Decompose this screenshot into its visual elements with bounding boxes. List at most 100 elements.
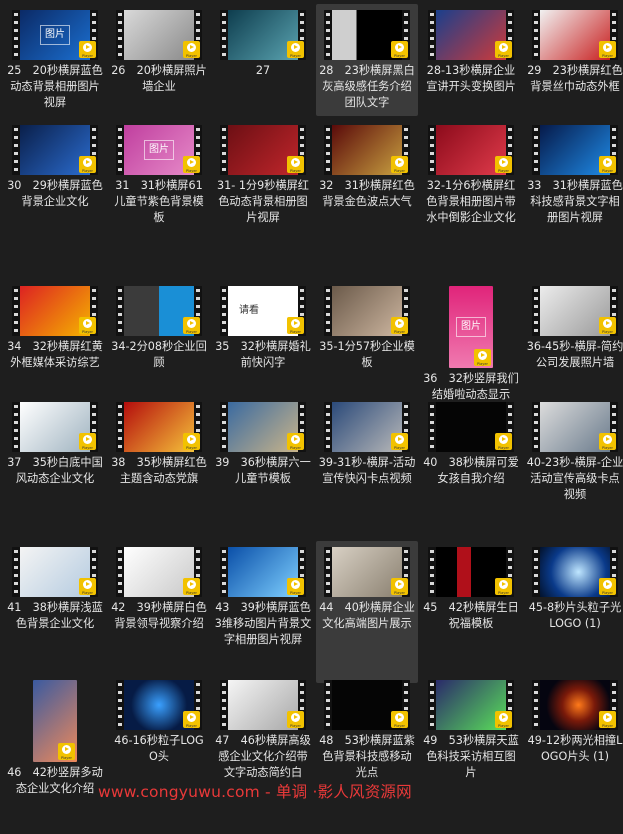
video-thumbnail[interactable]: 图片 Player	[12, 10, 98, 60]
thumbnail-text: 图片	[40, 25, 70, 45]
video-thumbnail[interactable]: Player	[220, 402, 306, 452]
video-thumbnail[interactable]: Player	[324, 125, 410, 175]
video-thumbnail[interactable]: Player	[116, 286, 202, 336]
video-thumbnail[interactable]: Player	[532, 402, 618, 452]
video-thumbnail[interactable]: Player	[12, 125, 98, 175]
video-item[interactable]: Player 46-16秒粒子LOGO头	[108, 674, 210, 765]
video-thumbnail[interactable]: Player	[220, 125, 306, 175]
video-item[interactable]: Player 45-8秒片头粒子光LOGO (1)	[524, 541, 623, 632]
video-item[interactable]: Player 41 38秒横屏浅蓝色背景企业文化	[4, 541, 106, 632]
video-thumbnail[interactable]: Player	[116, 10, 202, 60]
player-play-icon: Player	[79, 41, 96, 58]
video-thumbnail[interactable]: Player	[220, 10, 306, 60]
video-thumbnail[interactable]: Player	[324, 547, 410, 597]
video-item[interactable]: Player 36-45秒-横屏-简约公司发展照片墙	[524, 280, 623, 371]
player-badge-label: Player	[394, 54, 405, 58]
player-play-icon: Player	[599, 41, 616, 58]
video-thumbnail[interactable]: Player	[532, 680, 618, 730]
video-thumbnail[interactable]: Player	[428, 680, 514, 730]
video-thumbnail[interactable]: Player	[428, 402, 514, 452]
video-item[interactable]: Player 28 23秒横屏黑白灰高级感任务介绍团队文字	[316, 4, 418, 116]
player-play-icon: Player	[183, 578, 200, 595]
video-thumbnail[interactable]: Player	[324, 10, 410, 60]
video-item[interactable]: 请看 Player 35 32秒横屏婚礼前快闪字	[212, 280, 314, 371]
video-item[interactable]: 图片 Player 25 20秒横屏蓝色动态背景相册图片视屏	[4, 4, 106, 111]
video-item[interactable]: Player 28-13秒横屏企业宣讲开头变换图片	[420, 4, 522, 95]
video-item[interactable]: Player 35-1分57秒企业模板	[316, 280, 418, 371]
video-thumbnail[interactable]: Player	[220, 547, 306, 597]
video-item[interactable]: Player 42 39秒横屏白色背景领导视察介绍	[108, 541, 210, 632]
video-item[interactable]: Player 47 46秒横屏高级感企业文化介绍带文字动态简约白	[212, 674, 314, 781]
video-item[interactable]: Player 39-31秒-横屏-活动宣传快闪卡点视频	[316, 396, 418, 487]
video-item[interactable]: Player 34-2分08秒企业回顾	[108, 280, 210, 371]
video-thumbnail[interactable]: Player	[12, 402, 98, 452]
video-thumbnail[interactable]: Player	[12, 286, 98, 336]
video-thumbnail[interactable]: Player	[532, 10, 618, 60]
video-item[interactable]: Player 32-1分6秒横屏红色背景相册图片带水中倒影企业文化	[420, 119, 522, 226]
video-caption: 39-31秒-横屏-活动宣传快闪卡点视频	[318, 456, 416, 485]
video-thumbnail[interactable]: Player	[324, 402, 410, 452]
video-caption: 32-1分6秒横屏红色背景相册图片带水中倒影企业文化	[426, 179, 516, 224]
video-item[interactable]: Player 33 31秒横屏蓝色科技感背景文字相册图片视屏	[524, 119, 623, 226]
thumbnail-text: 请看	[239, 305, 259, 316]
video-thumbnail[interactable]: Player	[12, 547, 98, 597]
film-strip-left	[12, 547, 20, 597]
video-thumbnail[interactable]: Player	[116, 402, 202, 452]
video-item[interactable]: Player 40-23秒-横屏-企业活动宣传高级卡点视频	[524, 396, 623, 503]
film-strip-left	[428, 10, 436, 60]
video-item[interactable]: 图片 Player 36 32秒竖屏我们结婚啦动态显示	[420, 280, 522, 403]
video-item[interactable]: Player 32 31秒横屏红色背景金色波点大气	[316, 119, 418, 210]
film-strip-left	[324, 10, 332, 60]
video-thumbnail[interactable]: Player	[532, 286, 618, 336]
video-item[interactable]: Player 45 42秒横屏生日祝福模板	[420, 541, 522, 632]
film-strip-left	[324, 402, 332, 452]
video-item[interactable]: Player 49-12秒两光相撞LOGO片头 (1)	[524, 674, 623, 765]
player-play-icon: Player	[599, 317, 616, 334]
video-item[interactable]: Player 39 36秒横屏六一儿童节模板	[212, 396, 314, 487]
video-item[interactable]: Player 46 42秒竖屏多动态企业文化介绍	[4, 674, 106, 797]
video-item[interactable]: Player 40 38秒横屏可爱女孩自我介绍	[420, 396, 522, 487]
video-thumbnail[interactable]: Player	[220, 680, 306, 730]
video-caption: 40-23秒-横屏-企业活动宣传高级卡点视频	[526, 456, 623, 501]
video-caption: 28 23秒横屏黑白灰高级感任务介绍团队文字	[319, 64, 415, 109]
film-strip-left	[220, 402, 228, 452]
film-strip-left	[532, 125, 540, 175]
thumbnail-text: 图片	[456, 317, 486, 337]
video-item[interactable]: Player 37 35秒白底中国风动态企业文化	[4, 396, 106, 487]
video-thumbnail[interactable]: Player	[428, 10, 514, 60]
video-item[interactable]: Player 31- 1分9秒横屏红色动态背景相册图片视屏	[212, 119, 314, 226]
film-strip-left	[532, 402, 540, 452]
video-item[interactable]: Player 30 29秒横屏蓝色背景企业文化	[4, 119, 106, 210]
video-item[interactable]: Player 38 35秒横屏红色主题含动态党旗	[108, 396, 210, 487]
video-thumbnail[interactable]: Player	[428, 125, 514, 175]
video-item[interactable]: Player 29 23秒横屏红色背景丝巾动态外框	[524, 4, 623, 95]
player-play-icon: Player	[391, 156, 408, 173]
player-badge-label: Player	[61, 756, 72, 760]
video-item[interactable]: Player 48 53秒横屏蓝紫色背景科技感移动光点	[316, 674, 418, 781]
player-badge-label: Player	[498, 591, 509, 595]
video-thumbnail[interactable]: Player	[532, 547, 618, 597]
video-item[interactable]: 图片 Player 31 31秒横屏61儿童节紫色背景模板	[108, 119, 210, 226]
video-thumbnail[interactable]: 图片 Player	[116, 125, 202, 175]
video-thumbnail[interactable]: 图片 Player	[449, 286, 493, 368]
video-thumbnail[interactable]: Player	[324, 680, 410, 730]
player-badge-label: Player	[498, 724, 509, 728]
video-item[interactable]: Player 26 20秒横屏照片墙企业	[108, 4, 210, 95]
player-play-icon: Player	[183, 317, 200, 334]
video-item[interactable]: Player 27	[212, 4, 314, 79]
video-thumbnail[interactable]: Player	[532, 125, 618, 175]
video-item[interactable]: Player 44 40秒横屏企业文化高端图片展示	[316, 541, 418, 683]
video-item[interactable]: Player 49 53秒横屏天蓝色科技采访相互图片	[420, 674, 522, 781]
video-thumbnail[interactable]: Player	[116, 680, 202, 730]
video-thumbnail[interactable]: Player	[428, 547, 514, 597]
video-item[interactable]: Player 43 39秒横屏蓝色3维移动图片背景文字相册图片视屏	[212, 541, 314, 648]
video-thumbnail[interactable]: Player	[116, 547, 202, 597]
film-strip-left	[116, 125, 124, 175]
video-thumbnail[interactable]: Player	[324, 286, 410, 336]
video-thumbnail[interactable]: 请看 Player	[220, 286, 306, 336]
film-strip-left	[116, 286, 124, 336]
film-strip-left	[428, 402, 436, 452]
video-item[interactable]: Player 34 32秒横屏红黄外框媒体采访综艺	[4, 280, 106, 371]
player-badge-label: Player	[290, 54, 301, 58]
video-thumbnail[interactable]: Player	[33, 680, 77, 762]
